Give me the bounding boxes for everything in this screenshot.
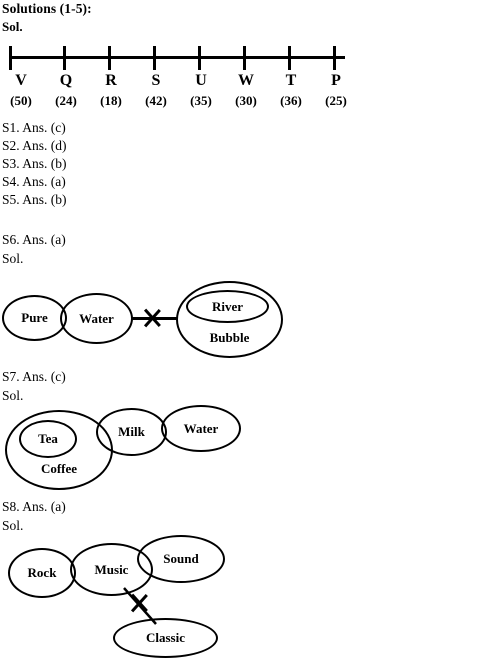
number-line-value-w: (30) xyxy=(235,93,257,108)
number-line-value-q: (24) xyxy=(55,93,77,108)
venn-label-rock: Rock xyxy=(27,565,57,580)
answer-line-s3: S3. Ans. (b) xyxy=(2,156,67,171)
venn-ellipse-rock: Rock xyxy=(8,548,76,598)
answer-line-s2: S2. Ans. (d) xyxy=(2,138,67,153)
venn-label-pure: Pure xyxy=(21,310,48,325)
number-line-letter-v: V xyxy=(15,72,27,89)
venn-label-sound: Sound xyxy=(163,551,199,566)
number-line-letter-r: R xyxy=(105,72,117,89)
venn-ellipse-classic: Classic xyxy=(113,618,218,658)
answer-line-s1: S1. Ans. (c) xyxy=(2,120,66,135)
sol-label-s8: Sol. xyxy=(2,518,24,533)
number-line-value-v: (50) xyxy=(10,93,32,108)
venn-label-classic: Classic xyxy=(146,630,185,645)
venn-ellipse-water: Water xyxy=(60,293,133,344)
number-line-diagram: V Q R S U W T P (50) (24) (18) (42) (35)… xyxy=(0,40,504,118)
answer-line-s8: S8. Ans. (a) xyxy=(2,499,66,514)
number-line-axis xyxy=(9,56,345,59)
sol-label-top: Sol. xyxy=(2,19,23,34)
number-line-tick xyxy=(288,46,291,70)
number-line-tick xyxy=(153,46,156,70)
venn-ellipse-milk: Milk xyxy=(96,408,167,456)
venn-label-coffee: Coffee xyxy=(40,461,78,477)
number-line-tick xyxy=(333,46,336,70)
venn-ellipse-tea: Tea xyxy=(19,420,77,458)
venn-label-water: Water xyxy=(79,310,114,326)
number-line-value-s: (42) xyxy=(145,93,167,108)
number-line-letter-u: U xyxy=(195,72,207,89)
number-line-letter-t: T xyxy=(285,72,297,89)
number-line-tick xyxy=(243,46,246,70)
number-line-letter-q: Q xyxy=(59,72,73,89)
number-line-letter-p: P xyxy=(331,72,341,89)
number-line-value-r: (18) xyxy=(100,93,122,108)
venn-ellipse-water-s7: Water xyxy=(161,405,241,452)
venn-cross-icon-s6 xyxy=(141,307,163,329)
venn-label-river: River xyxy=(211,298,244,314)
venn-ellipse-pure: Pure xyxy=(2,295,67,341)
answer-line-s4: S4. Ans. (a) xyxy=(2,174,66,189)
number-line-value-u: (35) xyxy=(190,93,212,108)
solutions-page: Solutions (1-5): Sol. V Q R S U W T P (5… xyxy=(0,0,504,660)
number-line-letter-s: S xyxy=(151,72,161,89)
page-title: Solutions (1-5): xyxy=(2,1,92,16)
venn-label-milk: Milk xyxy=(118,424,145,439)
answer-line-s5: S5. Ans. (b) xyxy=(2,192,67,207)
number-line-value-p: (25) xyxy=(325,93,347,108)
venn-ellipse-river: River xyxy=(186,290,269,323)
number-line-tick xyxy=(198,46,201,70)
venn-label-bubble: Bubble xyxy=(209,329,250,345)
number-line-tick xyxy=(9,46,12,70)
number-line-tick xyxy=(63,46,66,70)
number-line-value-t: (36) xyxy=(280,93,302,108)
venn-label-water-s7: Water xyxy=(183,420,219,436)
sol-label-s6: Sol. xyxy=(2,251,24,266)
answer-line-s6: S6. Ans. (a) xyxy=(2,232,66,247)
sol-label-s7: Sol. xyxy=(2,388,24,403)
number-line-letter-w: W xyxy=(238,72,254,89)
number-line-tick xyxy=(108,46,111,70)
venn-cross-icon-s8 xyxy=(128,592,150,614)
answer-line-s7: S7. Ans. (c) xyxy=(2,369,66,384)
venn-label-tea: Tea xyxy=(38,431,58,446)
venn-ellipse-sound: Sound xyxy=(137,535,225,583)
